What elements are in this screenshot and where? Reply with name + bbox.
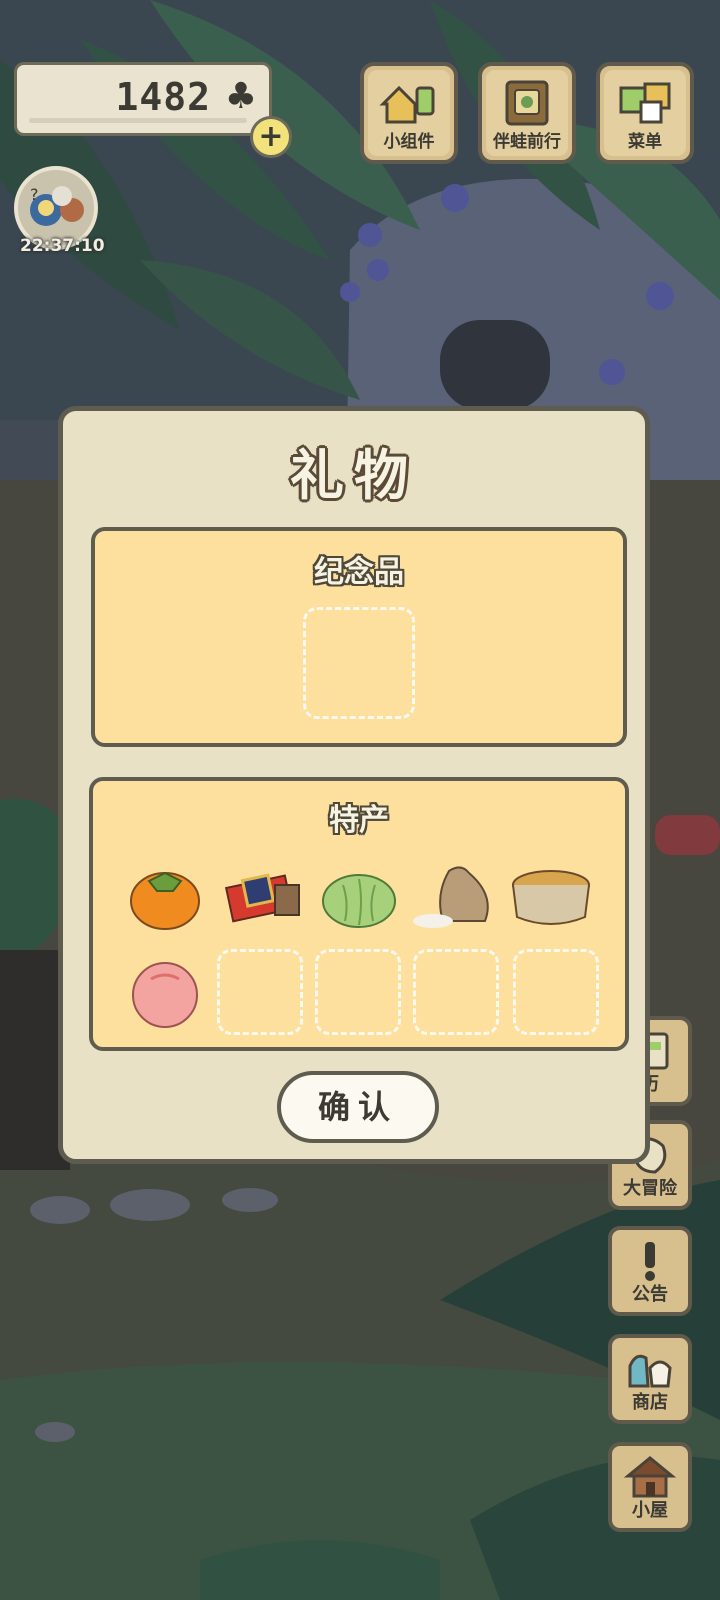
clock-time: 22:37:10 bbox=[20, 236, 105, 256]
persimmon-icon[interactable] bbox=[121, 851, 209, 939]
menu-button[interactable]: 菜单 bbox=[596, 62, 694, 164]
book-icon bbox=[505, 80, 549, 126]
visitor-icon: ? bbox=[30, 185, 84, 226]
bean-basket-icon[interactable] bbox=[507, 851, 595, 939]
menu-button-label: 菜单 bbox=[628, 132, 662, 152]
menu-icon bbox=[619, 82, 671, 124]
gift-box-icon[interactable] bbox=[217, 851, 305, 939]
dialog-title: 礼物 bbox=[290, 444, 418, 507]
specialty-empty-slot[interactable] bbox=[513, 949, 599, 1035]
svg-text:?: ? bbox=[30, 185, 39, 204]
peach-icon[interactable] bbox=[121, 949, 209, 1037]
clover-count: 1482 bbox=[115, 75, 211, 119]
notice-button[interactable]: 公告 bbox=[608, 1226, 692, 1316]
clover-bar bbox=[29, 118, 247, 123]
house-button[interactable]: 小屋 bbox=[608, 1442, 692, 1532]
clover-icon: ♣ bbox=[224, 76, 257, 117]
rice-bag-icon[interactable] bbox=[411, 851, 499, 939]
specialty-section: 特产 bbox=[89, 777, 629, 1051]
shop-label: 商店 bbox=[632, 1392, 668, 1413]
notice-label: 公告 bbox=[632, 1284, 668, 1305]
shop-button[interactable]: 商店 bbox=[608, 1334, 692, 1424]
specialty-title: 特产 bbox=[329, 803, 389, 838]
specialty-empty-slot[interactable] bbox=[413, 949, 499, 1035]
adventure-label: 大冒险 bbox=[623, 1178, 677, 1199]
specialty-empty-slot[interactable] bbox=[217, 949, 303, 1035]
travel-button-label: 伴蛙前行 bbox=[493, 132, 561, 152]
house-label: 小屋 bbox=[632, 1500, 668, 1521]
widget-button[interactable]: 小组件 bbox=[360, 62, 458, 164]
specialty-empty-slot[interactable] bbox=[315, 949, 401, 1035]
souvenir-slot[interactable] bbox=[303, 607, 415, 719]
house-icon bbox=[623, 1456, 677, 1498]
souvenir-section: 纪念品 bbox=[91, 527, 627, 747]
confirm-button[interactable]: 确认 bbox=[277, 1071, 439, 1143]
cabbage-icon[interactable] bbox=[315, 851, 403, 939]
widget-button-label: 小组件 bbox=[383, 132, 435, 152]
add-clover-button[interactable]: + bbox=[250, 116, 292, 158]
travel-button[interactable]: 伴蛙前行 bbox=[478, 62, 576, 164]
exclamation-icon bbox=[645, 1242, 655, 1281]
widget-icon bbox=[379, 85, 435, 124]
souvenir-title: 纪念品 bbox=[314, 555, 404, 590]
clover-counter: 1482 ♣ bbox=[14, 62, 272, 136]
shop-icon bbox=[628, 1354, 672, 1388]
gift-dialog: 礼物 纪念品 特产 确认 bbox=[58, 406, 650, 1164]
